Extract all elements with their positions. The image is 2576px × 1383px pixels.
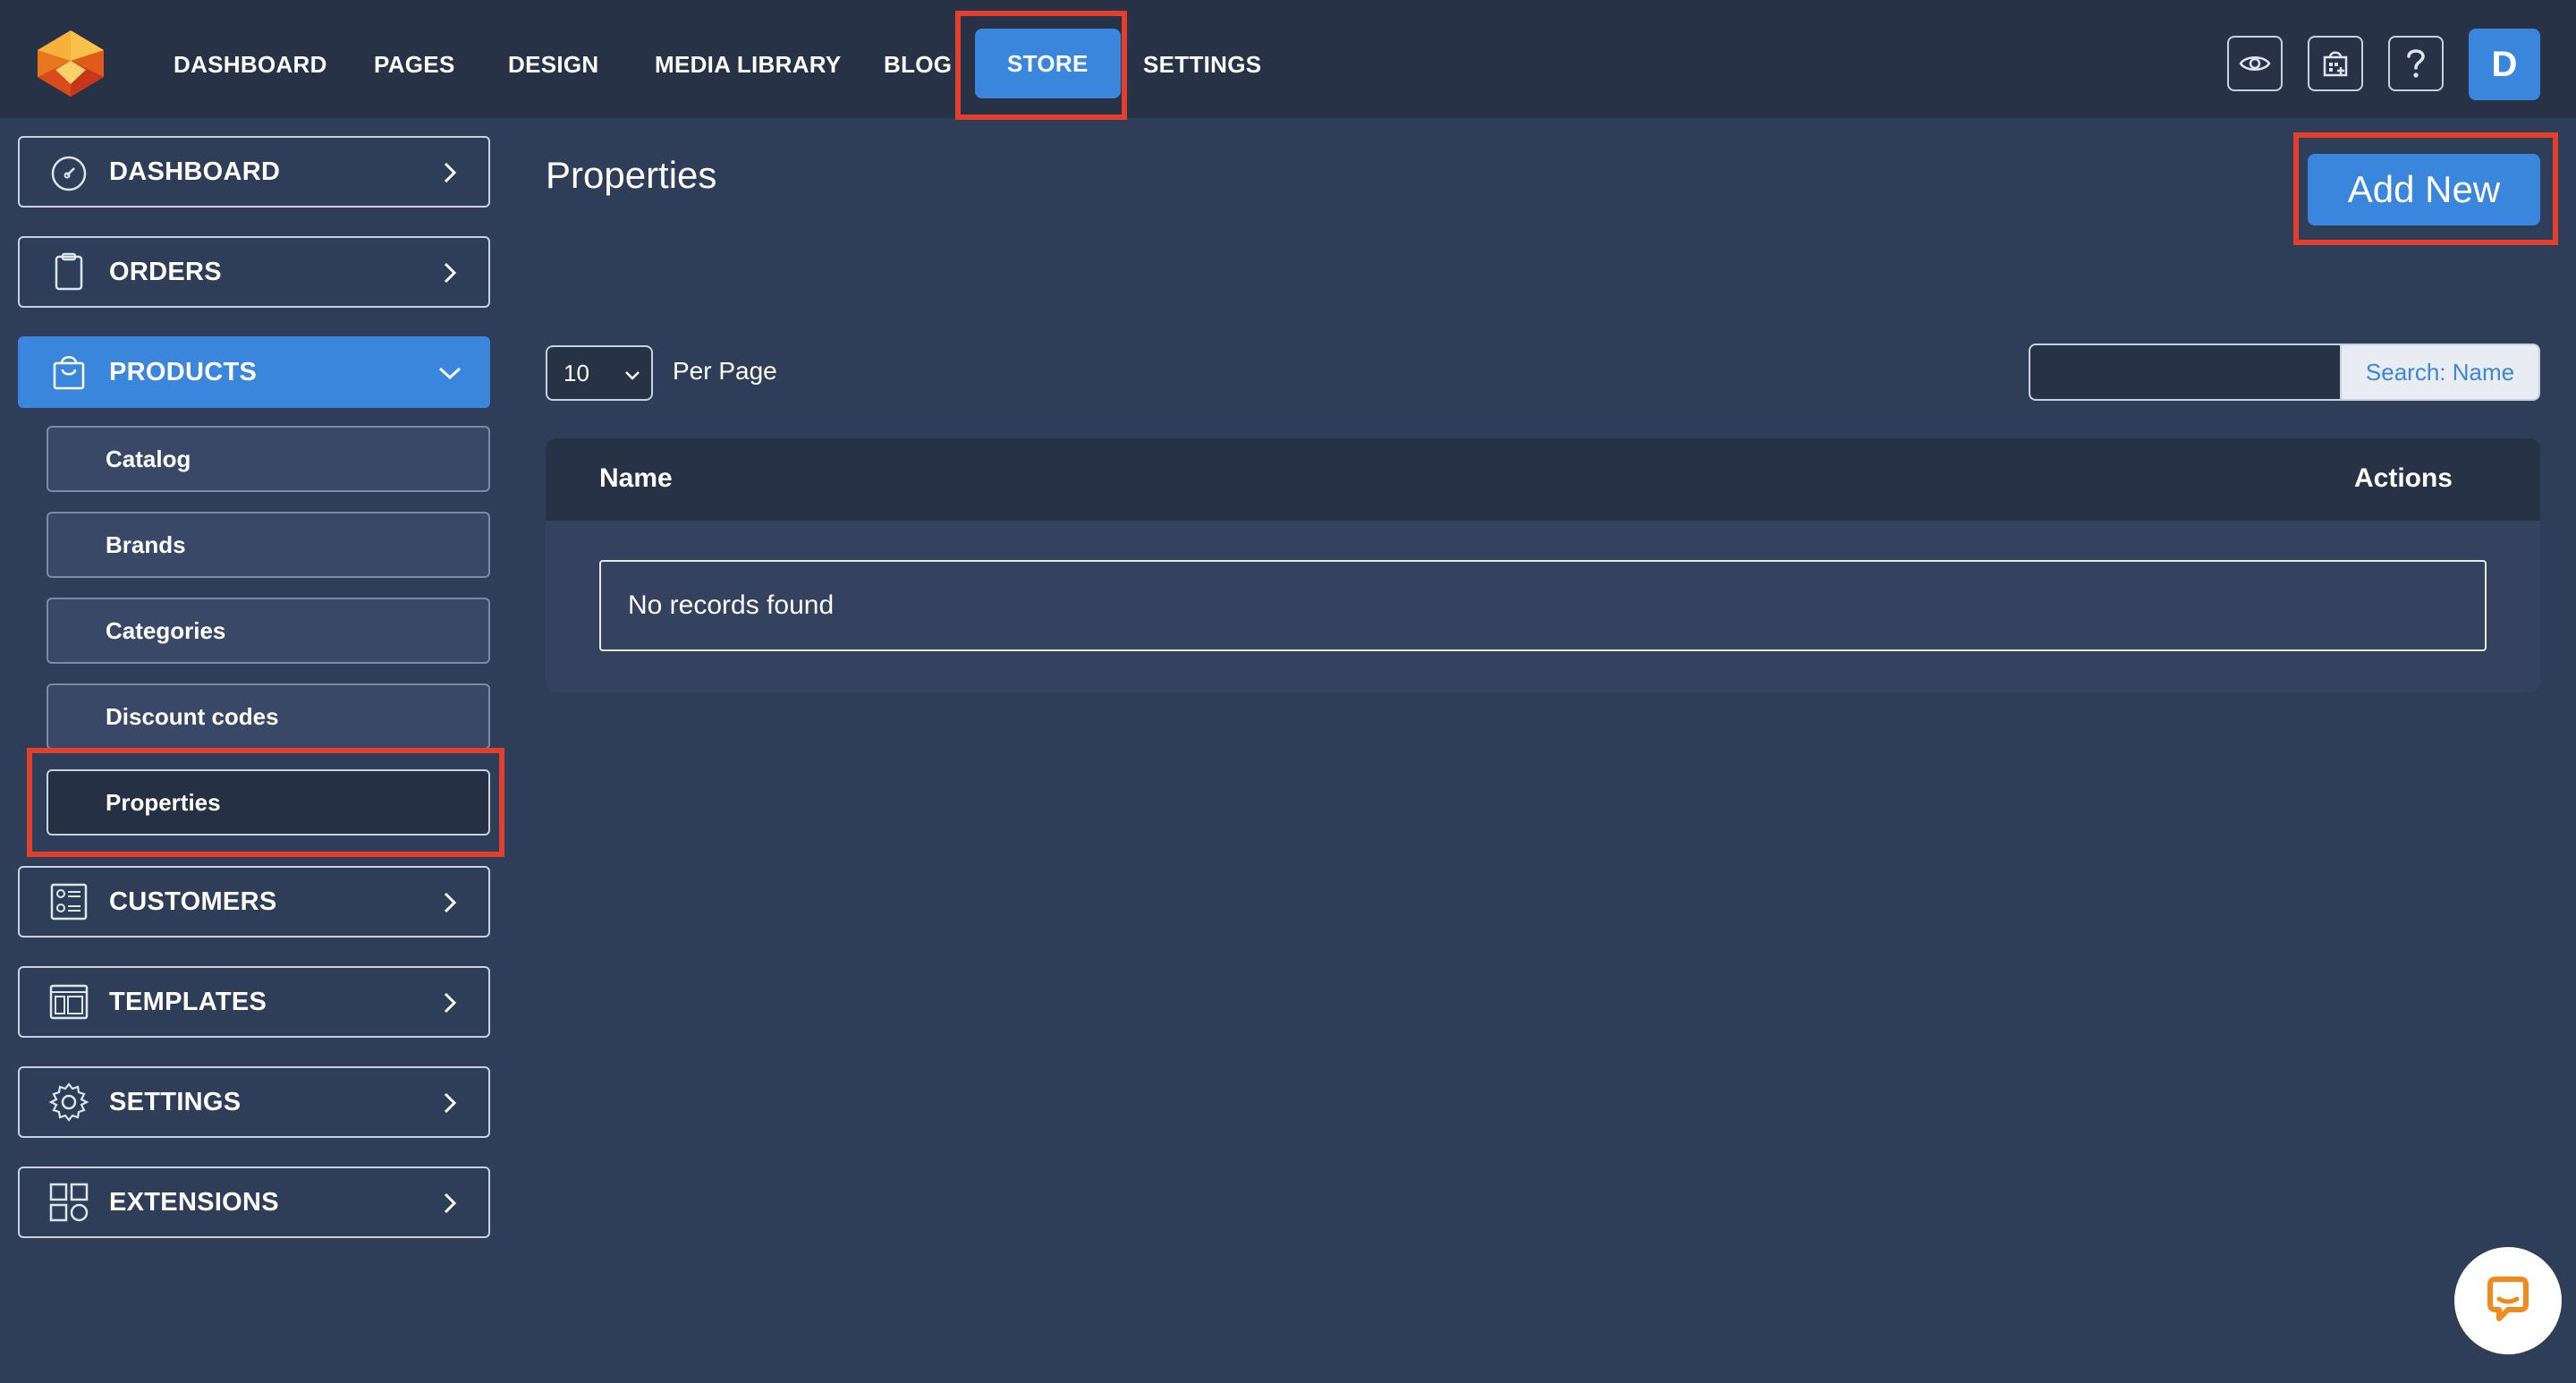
sidebar-subitem-catalog[interactable]: Catalog bbox=[47, 426, 490, 492]
sidebar-item-products[interactable]: PRODUCTS bbox=[18, 336, 490, 408]
sidebar-subitem-brands[interactable]: Brands bbox=[47, 512, 490, 578]
sidebar-item-label: CUSTOMERS bbox=[109, 887, 277, 916]
chevron-right-icon bbox=[444, 262, 457, 284]
chevron-down-icon bbox=[625, 371, 640, 380]
sidebar-item-customers[interactable]: CUSTOMERS bbox=[18, 866, 490, 938]
per-page-value: 10 bbox=[564, 359, 589, 386]
chevron-right-icon bbox=[444, 992, 457, 1014]
shopping-bag-icon bbox=[48, 352, 89, 393]
sidebar-item-dashboard[interactable]: DASHBOARD bbox=[18, 136, 490, 208]
brand-logo-icon[interactable] bbox=[32, 25, 109, 102]
topnav-pages[interactable]: PAGES bbox=[374, 36, 455, 93]
sidebar-item-settings[interactable]: SETTINGS bbox=[18, 1066, 490, 1138]
topnav-dashboard[interactable]: DASHBOARD bbox=[174, 36, 327, 93]
sidebar-item-label: PRODUCTS bbox=[109, 357, 258, 386]
store-calendar-icon bbox=[2323, 51, 2348, 77]
sidebar-item-templates[interactable]: TEMPLATES bbox=[18, 966, 490, 1038]
topnav-blog[interactable]: BLOG bbox=[884, 36, 952, 93]
search-input[interactable] bbox=[2029, 344, 2340, 401]
topnav-design[interactable]: DESIGN bbox=[508, 36, 598, 93]
top-navigation-bar: DASHBOARD PAGES DESIGN MEDIA LIBRARY BLO… bbox=[0, 0, 2576, 118]
eye-icon bbox=[2239, 56, 2271, 71]
table-header: Name Actions bbox=[546, 438, 2540, 521]
topnav-media-library[interactable]: MEDIA LIBRARY bbox=[655, 36, 842, 93]
chevron-right-icon bbox=[444, 892, 457, 913]
chat-bubble-icon bbox=[2487, 1277, 2529, 1321]
gear-icon bbox=[48, 1082, 89, 1123]
help-button[interactable] bbox=[2388, 36, 2444, 91]
chevron-right-icon bbox=[444, 1192, 457, 1214]
add-new-button[interactable]: Add New bbox=[2308, 154, 2540, 225]
sidebar-item-label: DASHBOARD bbox=[109, 157, 281, 186]
user-avatar[interactable]: D bbox=[2469, 29, 2540, 100]
preview-button[interactable] bbox=[2227, 36, 2283, 91]
empty-state-row: No records found bbox=[599, 560, 2487, 651]
sidebar-subitem-categories[interactable]: Categories bbox=[47, 598, 490, 664]
per-page-select[interactable]: 10 bbox=[546, 345, 653, 401]
sidebar-subitem-discount-codes[interactable]: Discount codes bbox=[47, 683, 490, 750]
sidebar-item-label: ORDERS bbox=[109, 257, 222, 286]
chevron-right-icon bbox=[444, 162, 457, 183]
chat-widget-button[interactable] bbox=[2454, 1247, 2562, 1354]
page-title: Properties bbox=[546, 154, 717, 196]
sidebar-item-orders[interactable]: ORDERS bbox=[18, 236, 490, 308]
help-icon bbox=[2407, 49, 2425, 78]
layout-icon bbox=[48, 981, 89, 1022]
sidebar-item-label: SETTINGS bbox=[109, 1087, 242, 1116]
topnav-store[interactable]: STORE bbox=[975, 29, 1121, 98]
column-header-actions: Actions bbox=[2353, 463, 2453, 493]
store-button[interactable] bbox=[2308, 36, 2363, 91]
per-page-label: Per Page bbox=[673, 357, 777, 385]
grid-shapes-icon bbox=[48, 1182, 89, 1223]
search-button[interactable]: Search: Name bbox=[2340, 344, 2540, 401]
sidebar-subitem-properties[interactable]: Properties bbox=[47, 769, 490, 836]
column-header-name[interactable]: Name bbox=[599, 463, 673, 494]
sidebar-item-extensions[interactable]: EXTENSIONS bbox=[18, 1167, 490, 1238]
sidebar-item-label: EXTENSIONS bbox=[109, 1187, 279, 1217]
sidebar-item-label: TEMPLATES bbox=[109, 987, 267, 1016]
chevron-right-icon bbox=[444, 1092, 457, 1114]
chevron-down-icon bbox=[438, 367, 462, 380]
topnav-settings[interactable]: SETTINGS bbox=[1143, 36, 1261, 93]
gauge-icon bbox=[48, 151, 89, 192]
contact-card-icon bbox=[48, 881, 89, 922]
properties-table: Name Actions No records found bbox=[546, 438, 2540, 692]
clipboard-icon bbox=[48, 251, 89, 293]
